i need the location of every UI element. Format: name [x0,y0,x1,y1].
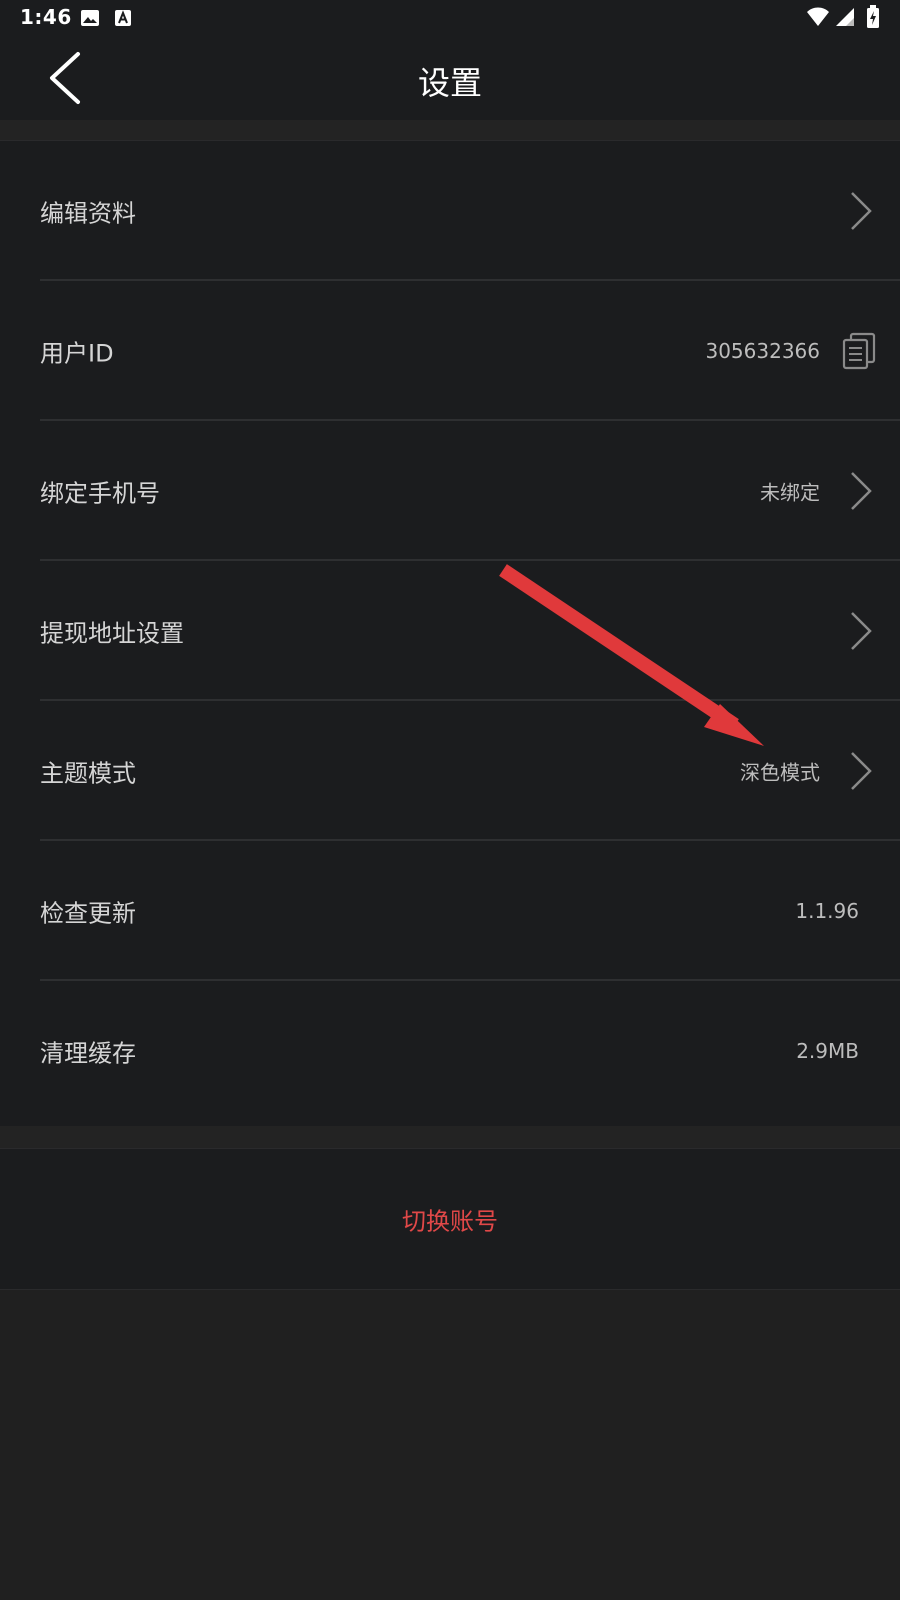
section-gap [0,1126,900,1148]
cache-size-value: 2.9MB [796,1039,859,1063]
image-icon [81,10,99,26]
page-title: 设置 [417,64,482,102]
copy-icon[interactable] [842,332,876,370]
battery-charging-icon [867,5,879,28]
setting-clear-cache[interactable]: 清理缓存 2.9MB [0,981,900,1121]
setting-label: 绑定手机号 [40,479,160,508]
app-header: 设置 [0,36,900,120]
version-value: 1.1.96 [795,899,859,923]
setting-label: 清理缓存 [40,1039,136,1068]
setting-label: 主题模式 [40,759,136,788]
setting-check-update[interactable]: 检查更新 1.1.96 [0,841,900,981]
setting-withdraw-address[interactable]: 提现地址设置 [0,561,900,701]
chevron-right-icon [851,472,872,510]
header-gap [0,120,900,140]
chevron-right-icon [851,192,872,230]
wifi-icon [807,7,829,26]
user-id-value: 305632366 [705,339,820,363]
theme-mode-value: 深色模式 [740,760,820,785]
switch-account-button[interactable]: 切换账号 [0,1202,900,1237]
setting-label: 检查更新 [40,899,136,928]
setting-label: 编辑资料 [40,199,136,228]
setting-label: 提现地址设置 [40,619,184,648]
bind-phone-value: 未绑定 [760,480,820,505]
settings-screen: 1:46 设置 编辑资料 用户ID 305632366 绑定手机号 未绑定 提现… [0,0,900,1600]
setting-bind-phone[interactable]: 绑定手机号 未绑定 [0,421,900,561]
settings-list: 编辑资料 用户ID 305632366 绑定手机号 未绑定 提现地址设置 主题模… [0,140,900,1127]
chevron-right-icon [851,612,872,650]
setting-edit-profile[interactable]: 编辑资料 [0,141,900,281]
switch-account-section: 切换账号 [0,1148,900,1290]
setting-theme-mode[interactable]: 主题模式 深色模式 [0,701,900,841]
chevron-right-icon [851,752,872,790]
status-time: 1:46 [20,5,72,29]
setting-user-id: 用户ID 305632366 [0,281,900,421]
a-letter-icon [115,10,131,26]
status-bar: 1:46 [0,0,900,36]
signal-icon [836,8,854,26]
setting-label: 用户ID [40,339,114,368]
